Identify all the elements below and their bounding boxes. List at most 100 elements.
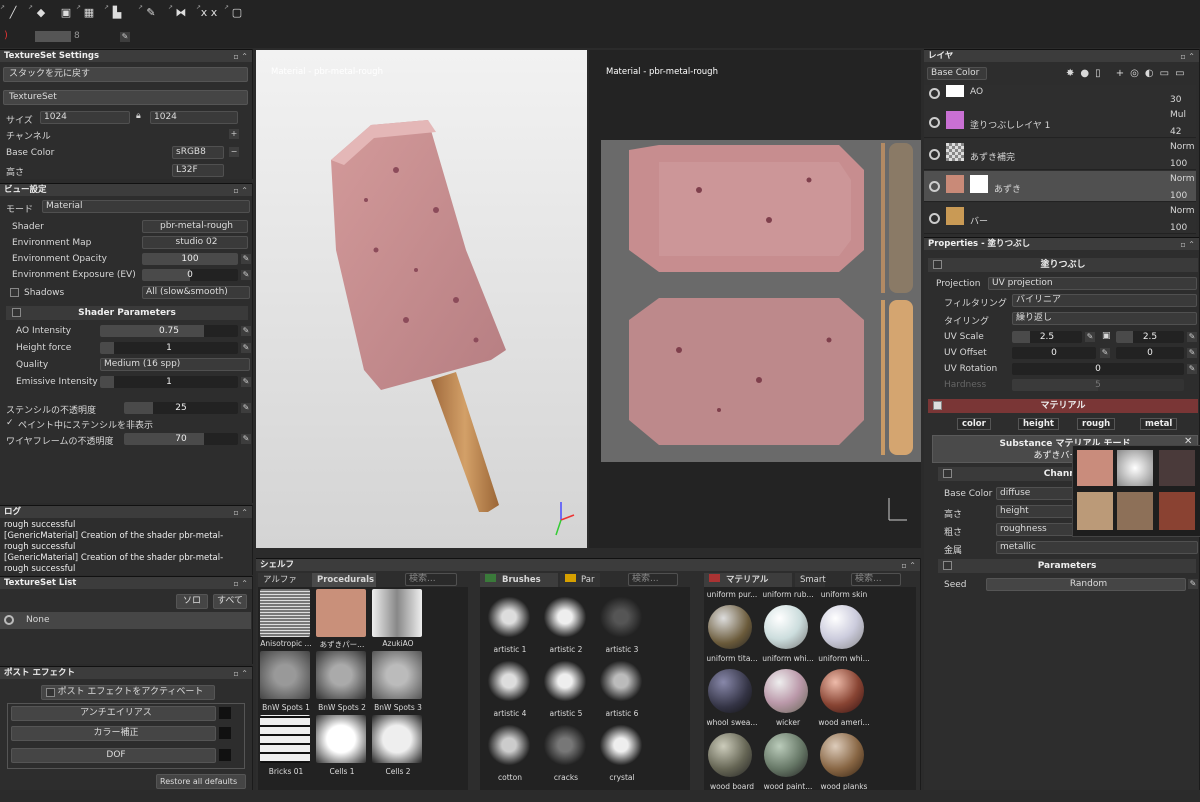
material-thumb[interactable] (708, 669, 752, 713)
picker-icon[interactable]: ↗ ⧓ (168, 3, 192, 21)
hide-stencil-checkbox[interactable]: ✓ (6, 418, 14, 428)
pen-icon[interactable]: ✎ (1085, 332, 1095, 342)
shader-select[interactable]: pbr-metal-rough (142, 220, 248, 233)
fill-icon[interactable]: ↗ ▙ (104, 3, 128, 21)
procedural-thumb[interactable] (260, 651, 310, 699)
pen-icon[interactable]: ✎ (120, 32, 130, 42)
pen-icon[interactable]: ✎ (241, 403, 251, 413)
layer-row-fill1[interactable]: 塗りつぶしレイヤ 1 Mul 42 (924, 107, 1196, 138)
pen-icon[interactable]: ✎ (1100, 348, 1110, 358)
projection-select[interactable]: UV projection (988, 277, 1197, 290)
material-thumb[interactable] (764, 605, 808, 649)
material-thumb[interactable] (820, 605, 864, 649)
visibility-icon[interactable] (929, 88, 940, 99)
pen-icon[interactable]: ✎ (1187, 364, 1197, 374)
mode-select[interactable]: Material (42, 200, 250, 213)
env-exposure-slider[interactable]: 0 (142, 269, 238, 281)
preview-thumb[interactable] (1159, 492, 1195, 530)
camera-icon[interactable]: ↗ ▢ (224, 3, 248, 21)
lock-icon[interactable]: 🔒︎ (136, 111, 141, 121)
pen-icon[interactable]: ✎ (241, 343, 251, 353)
textureset-list-item[interactable]: None (0, 612, 251, 629)
smudge-icon[interactable]: ↗ ✎ (138, 3, 162, 21)
height-format[interactable]: L32F (172, 164, 224, 177)
preview-thumb[interactable] (1117, 492, 1153, 530)
layer-row-bar[interactable]: バー Norm 100 (924, 203, 1196, 234)
shadows-select[interactable]: All (slow&smooth) (142, 286, 250, 299)
layer-channel-select[interactable]: Base Color (927, 67, 987, 80)
brush-size-slider[interactable] (35, 31, 71, 42)
pen-icon[interactable]: ✎ (241, 377, 251, 387)
base-color-format[interactable]: sRGB8 (172, 146, 224, 159)
toggle-icon[interactable] (219, 707, 231, 719)
wireframe-opacity-slider[interactable]: 70 (124, 433, 238, 445)
procedural-thumb[interactable] (316, 589, 366, 637)
uv-rotation-slider[interactable]: 0 (1012, 363, 1184, 375)
viewport-2d[interactable]: Material - pbr-metal-rough (589, 50, 921, 548)
pen-icon[interactable]: ✎ (241, 254, 251, 264)
shelf-search-2[interactable]: 検索... (628, 573, 678, 586)
visibility-icon[interactable] (929, 181, 940, 192)
procedural-thumb[interactable] (316, 651, 366, 699)
pen-icon[interactable]: ✎ (1187, 348, 1197, 358)
brush-thumb[interactable] (484, 657, 534, 705)
uv-offset-v[interactable]: 0 (1116, 347, 1184, 359)
material-thumb[interactable] (764, 669, 808, 713)
visibility-icon[interactable] (929, 117, 940, 128)
solo-button[interactable]: ソロ (176, 594, 208, 609)
material-section-header[interactable]: マテリアル (928, 399, 1198, 413)
emissive-slider[interactable]: 1 (100, 376, 238, 388)
preview-thumb[interactable] (1159, 450, 1195, 486)
brush-thumb[interactable] (484, 721, 534, 769)
visibility-icon[interactable] (4, 615, 14, 625)
quality-select[interactable]: Medium (16 spp) (100, 358, 250, 371)
remove-channel-icon[interactable]: − (229, 147, 239, 157)
ao-slider[interactable]: 0.75 (100, 325, 238, 337)
seed-random-button[interactable]: Random (986, 578, 1186, 591)
brush-thumb[interactable] (596, 657, 646, 705)
activate-post-effects-button[interactable]: ポスト エフェクトをアクティベート (41, 685, 215, 700)
material-thumb[interactable] (820, 733, 864, 777)
pen-icon[interactable]: ✎ (241, 434, 251, 444)
procedural-thumb[interactable] (260, 589, 310, 637)
material-thumb[interactable] (708, 733, 752, 777)
fill-section-header[interactable]: 塗りつぶし (928, 258, 1198, 272)
material-thumb[interactable] (764, 733, 808, 777)
height-force-slider[interactable]: 1 (100, 342, 238, 354)
tab-brushes[interactable]: Brushes (480, 573, 558, 587)
toggle-icon[interactable] (219, 727, 231, 739)
viewport-3d[interactable]: Material - pbr-metal-rough (256, 50, 587, 548)
restore-defaults-button[interactable]: Restore all defaults (156, 774, 246, 789)
ch-select-metallic[interactable]: metallic (996, 541, 1198, 554)
brush-thumb[interactable] (540, 721, 590, 769)
tab-alpha[interactable]: アルファ (258, 573, 312, 587)
procedural-thumb[interactable] (260, 715, 310, 763)
layer-tools-icons[interactable]: ✸●▯ +◎◐▭▭ (1066, 68, 1191, 79)
uv-scale-u[interactable]: 2.5 (1012, 331, 1082, 343)
procedural-thumb[interactable] (372, 589, 422, 637)
undo-stack-button[interactable]: スタックを元に戻す (3, 67, 248, 82)
procedural-thumb[interactable] (372, 715, 422, 763)
lock-icon[interactable]: ▣ (1102, 331, 1111, 341)
preview-thumb[interactable] (1077, 450, 1113, 486)
pen-icon[interactable]: ✎ (1187, 332, 1197, 342)
add-channel-icon[interactable]: + (229, 129, 239, 139)
parameters-section-header[interactable]: Parameters (938, 559, 1196, 573)
layer-row-azuki-fill[interactable]: あずき補完 Norm 100 (924, 139, 1196, 170)
env-opacity-slider[interactable]: 100 (142, 253, 238, 265)
chan-rough[interactable]: rough (1077, 418, 1116, 430)
geometry-mask-icon[interactable]: ↗ ▦ (76, 3, 100, 21)
chan-height[interactable]: height (1018, 418, 1059, 430)
pen-icon[interactable]: ✎ (241, 270, 251, 280)
uv-scale-v[interactable]: 2.5 (1116, 331, 1184, 343)
material-thumb[interactable] (708, 605, 752, 649)
tab-procedurals[interactable]: Procedurals (312, 573, 376, 587)
filtering-select[interactable]: バイリニア (1012, 294, 1197, 307)
chan-color[interactable]: color (957, 418, 991, 430)
pen-icon[interactable]: ✎ (1188, 579, 1198, 589)
shelf-search-1[interactable]: 検索... (405, 573, 457, 586)
dof-row[interactable]: DOF (11, 748, 216, 763)
env-map-select[interactable]: studio 02 (142, 236, 248, 249)
textureset-button[interactable]: TextureSet (3, 90, 248, 105)
brush-thumb[interactable] (484, 593, 534, 641)
